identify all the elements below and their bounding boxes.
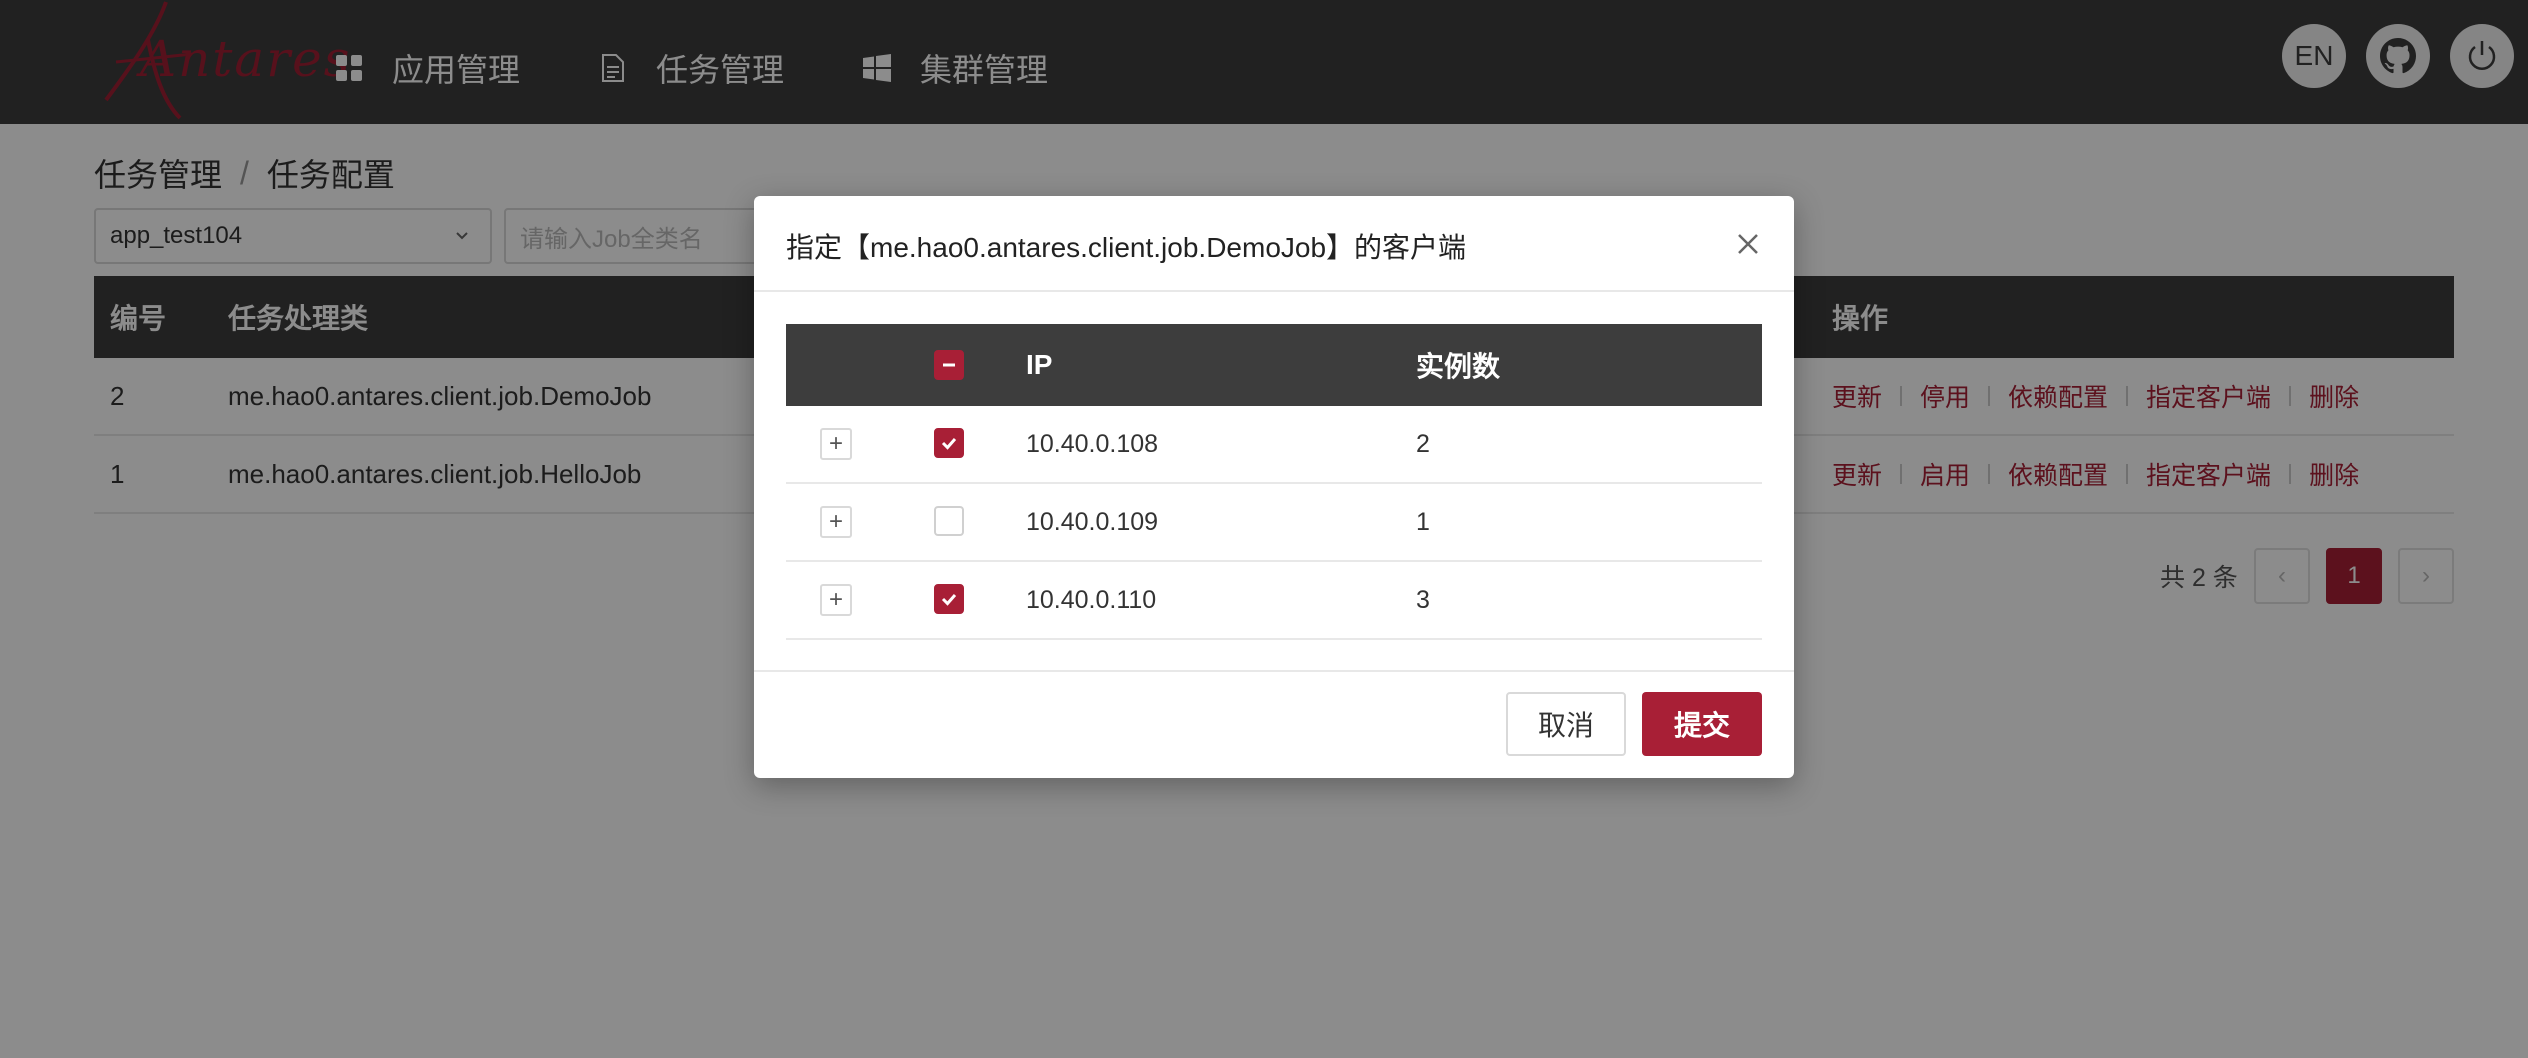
expand-row-button[interactable]: + — [820, 584, 852, 616]
close-icon — [1738, 234, 1758, 254]
client-row: + 10.40.0.108 2 — [786, 406, 1762, 484]
header-ip: IP — [1026, 349, 1053, 380]
select-all-checkbox[interactable] — [934, 350, 964, 380]
client-ip: 10.40.0.109 — [1026, 507, 1159, 536]
modal-footer: 取消 提交 — [754, 670, 1794, 778]
client-instances: 3 — [1416, 585, 1430, 614]
client-table: IP 实例数 + 10.40.0.108 2 + 10.40.0.109 1 +… — [786, 324, 1762, 640]
expand-row-button[interactable]: + — [820, 506, 852, 538]
checkmark-icon — [941, 594, 957, 606]
assign-client-modal: 指定【me.hao0.antares.client.job.DemoJob】的客… — [754, 196, 1794, 778]
header-instances: 实例数 — [1416, 351, 1501, 382]
modal-header: 指定【me.hao0.antares.client.job.DemoJob】的客… — [754, 196, 1794, 292]
client-ip: 10.40.0.110 — [1026, 585, 1157, 614]
modal-close-button[interactable] — [1730, 226, 1766, 262]
modal-title: 指定【me.hao0.antares.client.job.DemoJob】的客… — [786, 232, 1467, 263]
client-row: + 10.40.0.109 1 — [786, 484, 1762, 562]
client-instances: 2 — [1416, 429, 1430, 458]
row-checkbox[interactable] — [934, 428, 964, 458]
expand-row-button[interactable]: + — [820, 428, 852, 460]
client-instances: 1 — [1416, 507, 1430, 536]
checkmark-icon — [941, 438, 957, 450]
client-row: + 10.40.0.110 3 — [786, 562, 1762, 640]
indeterminate-icon — [943, 363, 955, 367]
submit-button[interactable]: 提交 — [1642, 692, 1762, 756]
client-ip: 10.40.0.108 — [1026, 429, 1159, 458]
row-checkbox[interactable] — [934, 506, 964, 536]
client-table-header: IP 实例数 — [786, 324, 1762, 406]
row-checkbox[interactable] — [934, 584, 964, 614]
cancel-button[interactable]: 取消 — [1506, 692, 1626, 756]
